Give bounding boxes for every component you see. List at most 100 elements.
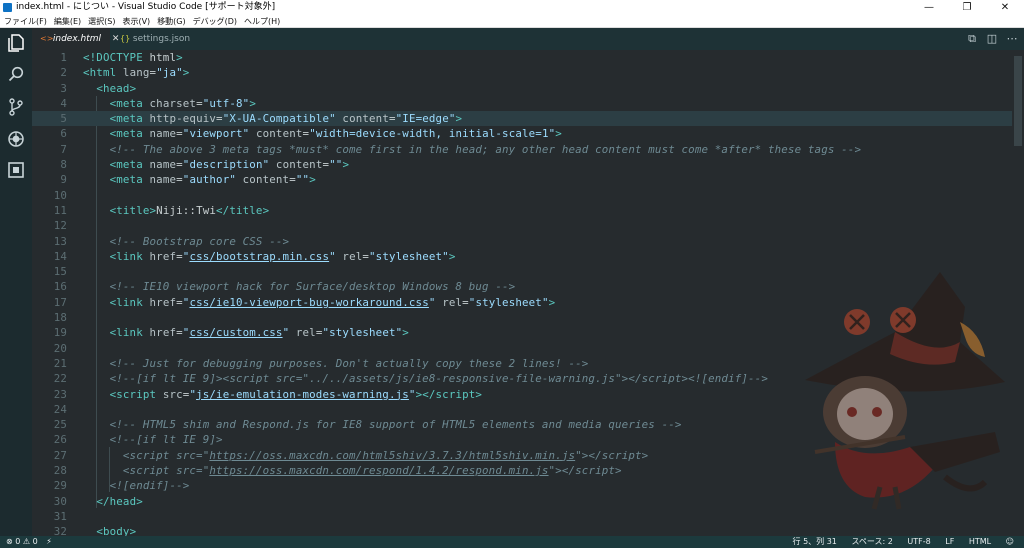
language-mode[interactable]: HTML	[969, 537, 991, 546]
code-line[interactable]: 3 <head>	[32, 81, 1012, 96]
code-line[interactable]: 7 <!-- The above 3 meta tags *must* come…	[32, 142, 1012, 157]
code-text[interactable]: <script src="https://oss.maxcdn.com/html…	[83, 448, 648, 463]
line-number: 2	[60, 66, 67, 80]
vscode-logo-icon	[3, 3, 12, 12]
warning-icon[interactable]: ⚠	[23, 537, 30, 546]
error-count[interactable]: 0	[15, 537, 20, 546]
line-number: 27	[53, 448, 67, 462]
line-number: 21	[53, 356, 67, 370]
code-text[interactable]: <!--[if lt IE 9]>	[83, 432, 223, 447]
code-text[interactable]: <meta name="description" content="">	[83, 157, 349, 172]
code-line[interactable]: 13 <!-- Bootstrap core CSS -->	[32, 234, 1012, 249]
vertical-scrollbar[interactable]	[1012, 50, 1024, 536]
code-text[interactable]: <link href="css/ie10-viewport-bug-workar…	[83, 295, 556, 310]
extensions-icon[interactable]	[6, 162, 26, 182]
code-text[interactable]: <html lang="ja">	[83, 65, 189, 80]
code-text[interactable]: </head>	[83, 494, 143, 509]
code-text[interactable]: <!-- HTML5 shim and Respond.js for IE8 s…	[83, 417, 682, 432]
menu-go[interactable]: 移動(G)	[157, 15, 185, 28]
code-text[interactable]: <!-- IE10 viewport hack for Surface/desk…	[83, 279, 516, 294]
line-number: 22	[53, 372, 67, 386]
restore-button[interactable]: ❐	[948, 0, 986, 15]
code-line[interactable]: 12	[32, 218, 1012, 233]
code-text[interactable]: <meta name="viewport" content="width=dev…	[83, 126, 562, 141]
code-text[interactable]: <![endif]-->	[83, 478, 190, 493]
line-number: 16	[53, 280, 67, 294]
files-icon[interactable]	[6, 34, 26, 54]
code-text[interactable]: <script src="js/ie-emulation-modes-warni…	[83, 387, 482, 402]
split-compare-icon[interactable]: ⧉	[962, 28, 982, 50]
code-text[interactable]: <!DOCTYPE html>	[83, 50, 183, 65]
line-number: 4	[60, 96, 67, 110]
code-line[interactable]: 1 <!DOCTYPE html>	[32, 50, 1012, 65]
code-text[interactable]: <link href="css/bootstrap.min.css" rel="…	[83, 249, 456, 264]
menu-selection[interactable]: 選択(S)	[88, 15, 115, 28]
line-number: 25	[53, 418, 67, 432]
indentation[interactable]: スペース: 2	[851, 537, 892, 546]
errors-icon[interactable]: ⊗	[6, 537, 13, 546]
debug-icon[interactable]	[6, 130, 26, 150]
line-number: 32	[53, 525, 67, 536]
code-text[interactable]: <script src="https://oss.maxcdn.com/resp…	[83, 463, 622, 478]
code-text[interactable]: <!-- The above 3 meta tags *must* come f…	[83, 142, 861, 157]
line-number: 17	[53, 295, 67, 309]
tab-bar: <> index.html ✕ {} settings.json	[32, 28, 1024, 50]
line-number: 3	[60, 81, 67, 95]
code-line[interactable]: 6 <meta name="viewport" content="width=d…	[32, 126, 1012, 141]
search-icon[interactable]	[6, 66, 26, 86]
code-line[interactable]: 11 <title>Niji::Twi</title>	[32, 203, 1012, 218]
code-text[interactable]: <body>	[83, 524, 136, 536]
lightning-icon[interactable]: ⚡	[46, 537, 52, 546]
line-number: 29	[53, 479, 67, 493]
window-title: index.html - にじつい - Visual Studio Code […	[16, 2, 276, 12]
end-of-line[interactable]: LF	[945, 537, 954, 546]
code-line[interactable]: 4 <meta charset="utf-8">	[32, 96, 1012, 111]
tab-settings-json[interactable]: {} settings.json	[112, 28, 192, 50]
code-text[interactable]: <title>Niji::Twi</title>	[83, 203, 269, 218]
code-line[interactable]: 10	[32, 188, 1012, 203]
code-line[interactable]: 9 <meta name="author" content="">	[32, 172, 1012, 187]
split-editor-icon[interactable]: ◫	[982, 28, 1002, 50]
menu-edit[interactable]: 編集(E)	[54, 15, 81, 28]
code-text[interactable]: <link href="css/custom.css" rel="stylesh…	[83, 325, 409, 340]
line-number: 19	[53, 326, 67, 340]
code-line[interactable]: 2 <html lang="ja">	[32, 65, 1012, 80]
code-line[interactable]: 5 <meta http-equiv="X-UA-Compatible" con…	[32, 111, 1012, 127]
code-text[interactable]: <meta charset="utf-8">	[83, 96, 256, 111]
menu-view[interactable]: 表示(V)	[122, 15, 150, 28]
line-number: 18	[53, 311, 67, 325]
line-number: 10	[53, 188, 67, 202]
code-text[interactable]: <!-- Just for debugging purposes. Don't …	[83, 356, 589, 371]
smiley-icon[interactable]: ☺	[1006, 537, 1014, 546]
line-number: 6	[60, 127, 67, 141]
line-number: 15	[53, 265, 67, 279]
scrollbar-thumb[interactable]	[1014, 56, 1022, 146]
line-number: 1	[60, 51, 67, 64]
code-text[interactable]: <meta name="author" content="">	[83, 172, 316, 187]
background-character-illustration	[805, 272, 1005, 510]
line-number: 14	[53, 249, 67, 263]
code-text[interactable]: <meta http-equiv="X-UA-Compatible" conte…	[83, 111, 462, 126]
more-icon[interactable]: ⋯	[1002, 28, 1022, 50]
line-number: 8	[60, 158, 67, 172]
source-control-icon[interactable]	[6, 98, 26, 118]
code-text[interactable]: <!-- Bootstrap core CSS -->	[83, 234, 289, 249]
line-number: 24	[53, 402, 67, 416]
close-window-button[interactable]: ✕	[986, 0, 1024, 15]
encoding[interactable]: UTF-8	[907, 537, 930, 546]
warning-count[interactable]: 0	[33, 537, 38, 546]
menu-debug[interactable]: デバッグ(D)	[193, 15, 237, 28]
minimize-button[interactable]: —	[910, 0, 948, 15]
line-number: 5	[60, 112, 67, 126]
json-file-icon: {}	[120, 34, 131, 43]
code-text[interactable]: <!--[if lt IE 9]><script src="../../asse…	[83, 371, 768, 386]
menu-help[interactable]: ヘルプ(H)	[244, 15, 280, 28]
code-line[interactable]: 8 <meta name="description" content="">	[32, 157, 1012, 172]
title-bar: index.html - にじつい - Visual Studio Code […	[0, 0, 1024, 15]
code-text[interactable]: <head>	[83, 81, 136, 96]
cursor-position[interactable]: 行 5、列 31	[793, 537, 837, 546]
html-file-icon: <>	[40, 34, 54, 43]
tab-index-html[interactable]: <> index.html ✕	[32, 28, 119, 50]
menu-file[interactable]: ファイル(F)	[4, 15, 47, 28]
code-line[interactable]: 32 <body>	[32, 524, 1012, 536]
